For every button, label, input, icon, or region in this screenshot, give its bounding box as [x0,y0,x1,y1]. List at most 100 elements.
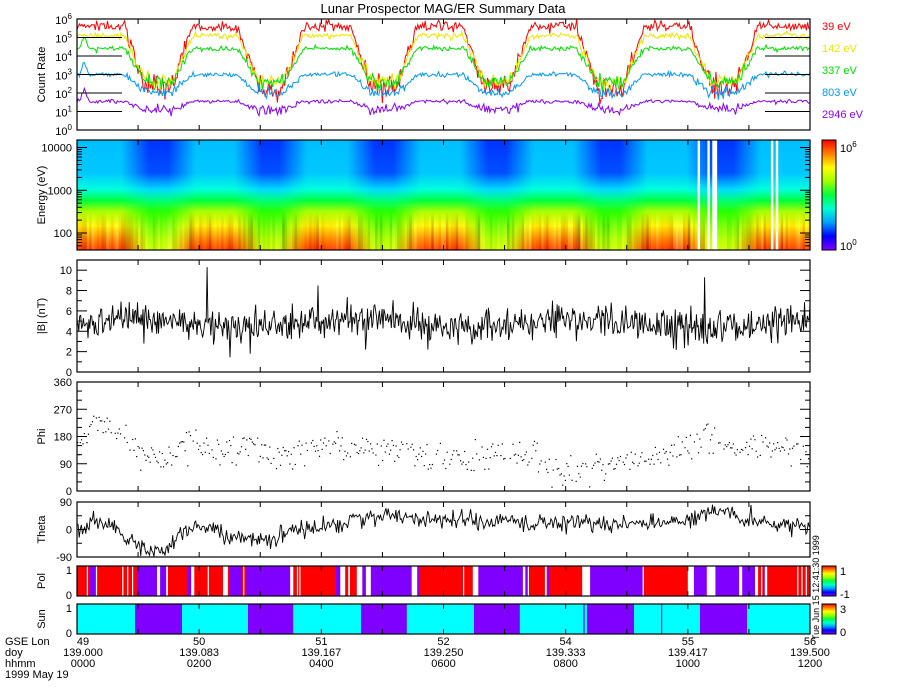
phi-data-point [153,453,155,455]
phi-data-point [231,462,233,464]
phi-data-point [435,453,437,455]
polarity-data-gap [340,566,346,596]
phi-data-point [652,454,654,457]
phi-data-point [134,438,136,440]
phi-data-point [316,445,318,447]
phi-data-point [141,447,143,449]
phi-data-point [622,461,624,463]
tick-label-exponent: 4 [68,49,73,58]
phi-data-point [484,468,486,470]
phi-data-point [531,457,533,459]
phi-data-point [493,455,495,457]
phi-data-point [805,451,807,453]
phi-data-point [535,450,537,452]
polarity-data-gap [761,566,763,596]
phi-data-point [802,445,804,447]
phi-data-point [254,444,256,446]
phi-data-point [548,458,550,460]
polarity-negative-segment [362,566,366,596]
phi-data-point [754,439,756,441]
phi-data-point [770,456,772,458]
phi-data-point [106,417,108,419]
polarity-data-gap [290,566,294,596]
polarity-negative-segment [478,566,528,596]
phi-data-point [787,453,790,455]
phi-data-point [684,447,686,449]
phi-data-point [564,479,566,481]
phi-data-point [413,449,415,451]
phi-data-point [328,440,330,442]
phi-data-point [786,439,788,441]
phi-data-point [785,437,787,439]
phi-data-point [168,446,170,448]
phi-data-point [605,473,607,475]
polarity-data-gap [243,566,245,596]
phi-data-point [253,443,255,445]
phi-data-point [360,447,362,449]
phi-data-point [610,460,612,462]
tick-label-exponent: 6 [852,140,857,149]
polarity-negative-segment [89,566,96,596]
phi-data-point [242,437,244,440]
phi-data-point [494,451,497,453]
phi-data-point [232,436,235,438]
colorbar-label: -1 [840,589,850,601]
phi-data-point [313,445,315,447]
phi-data-point [402,443,404,445]
phi-data-point [797,443,799,445]
polarity-data-gap [348,566,350,596]
phi-data-point [109,420,111,422]
polarity-negative-segment [763,566,765,596]
phi-data-point [641,452,643,454]
phi-data-point [519,441,521,443]
phi-data-point [333,441,335,443]
phi-data-point [202,454,204,456]
phi-data-point [617,457,619,459]
tick-label-base: 10 [55,126,67,138]
plot-title: Lunar Prospector MAG/ER Summary Data [321,1,567,16]
phi-data-point [249,437,251,439]
phi-data-point [353,443,355,445]
phi-data-point [512,443,514,445]
phi-data-point [285,450,287,452]
phi-data-point [593,464,595,466]
phi-data-point [396,455,398,457]
phi-data-point [552,469,554,471]
phi-data-point [171,464,173,466]
phi-data-point [391,440,393,442]
phi-data-point [355,444,357,446]
phi-data-point [540,460,542,462]
polarity-data-gap [122,566,124,596]
phi-data-point [105,431,107,433]
tick-label: 1 [66,565,72,577]
phi-data-point [666,458,669,460]
phi-data-point [363,452,365,454]
phi-data-point [609,463,611,465]
phi-data-point [314,450,317,452]
phi-data-point [777,442,779,444]
phi-data-point [602,464,604,466]
polarity-data-gap [207,566,209,596]
phi-data-point [417,459,419,461]
count-rate-series-line [76,18,810,105]
phi-data-point [748,445,751,447]
phi-data-point [372,452,374,454]
phi-data-point [215,458,217,460]
phi-data-point [685,436,687,438]
colorbar-label: 1 [840,566,846,578]
phi-data-point [464,450,466,453]
phi-data-point [603,479,605,481]
tick-label-base: 10 [840,143,852,155]
tick-label: 10000 [41,143,72,155]
phi-data-point [585,463,587,465]
phi-data-point [579,476,581,478]
phi-data-point [488,468,490,470]
phi-data-point [648,458,650,460]
phi-data-point [240,446,243,448]
phi-data-point [566,463,568,465]
phi-data-point [138,447,140,449]
phi-data-point [258,461,260,463]
phi-data-point [406,443,408,445]
phi-data-point [132,438,134,441]
phi-data-point [192,440,194,442]
